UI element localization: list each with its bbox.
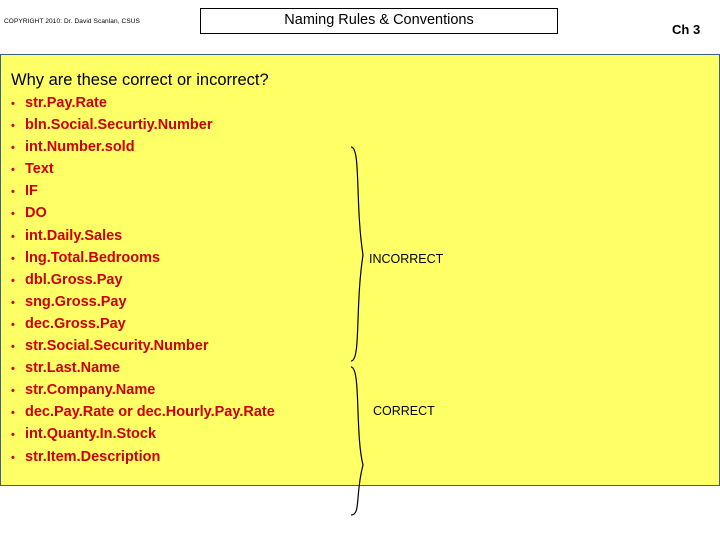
title-box: Naming Rules & Conventions (200, 8, 558, 34)
list-item-label: str.Pay.Rate (25, 95, 107, 111)
list-item-label: bln.Social.Securtiy.Number (25, 117, 213, 134)
label-correct: CORRECT (373, 404, 435, 418)
label-incorrect: INCORRECT (369, 252, 444, 266)
list-item-label: DO (25, 205, 47, 222)
bullet-icon: • (11, 230, 15, 243)
bullet-icon: • (11, 363, 15, 376)
bullet-icon: • (11, 164, 15, 177)
chapter-label: Ch 3 (672, 22, 701, 37)
bullet-icon: • (11, 142, 15, 155)
list-item-label: str.Company.Name (25, 382, 156, 399)
bullet-icon: • (11, 341, 15, 354)
list-item: • bln.Social.Securtiy.Number (11, 117, 431, 139)
list-item-label: str.Social.Security.Number (25, 338, 209, 355)
list-item-label: dec.Gross.Pay (25, 315, 126, 332)
list-item-label: int.Daily.Sales (25, 227, 123, 244)
list-item-label: lng.Total.Bedrooms (25, 249, 161, 266)
bullet-icon: • (11, 429, 15, 442)
bullet-icon: • (11, 252, 15, 265)
list-item-label: dbl.Gross.Pay (25, 271, 123, 288)
bullet-icon: • (11, 98, 15, 110)
list-item-label: str.Last.Name (25, 360, 121, 377)
question-heading: Why are these correct or incorrect? (11, 71, 269, 89)
list-item-label: int.Quanty.In.Stock (25, 426, 157, 443)
content-panel: Why are these correct or incorrect? • st… (0, 54, 720, 516)
bullet-icon: • (11, 407, 15, 420)
slide: COPYRIGHT 2010: Dr. David Scanlan, CSUS … (0, 0, 720, 540)
list-item-label: int.Number.sold (25, 139, 135, 156)
bullet-icon: • (11, 385, 15, 398)
bullet-icon: • (11, 274, 15, 287)
copyright-notice: COPYRIGHT 2010: Dr. David Scanlan, CSUS (4, 18, 140, 25)
list-item-label: Text (25, 161, 54, 178)
bullet-icon: • (11, 296, 15, 309)
list-item-label: sng.Gross.Pay (25, 293, 127, 310)
bullet-icon: • (11, 186, 15, 199)
bullet-icon: • (11, 318, 15, 331)
bullet-icon: • (11, 451, 15, 464)
grouping-braces-icon (350, 146, 364, 516)
list-item-label: dec.Pay.Rate or dec.Hourly.Pay.Rate (25, 404, 275, 421)
bullet-icon: • (11, 120, 15, 133)
list-item-label: IF (25, 183, 38, 200)
page-title: Naming Rules & Conventions (284, 12, 474, 28)
list-item: • str.Pay.Rate (11, 95, 431, 117)
list-item-label: str.Item.Description (25, 448, 161, 465)
bullet-icon: • (11, 208, 15, 221)
